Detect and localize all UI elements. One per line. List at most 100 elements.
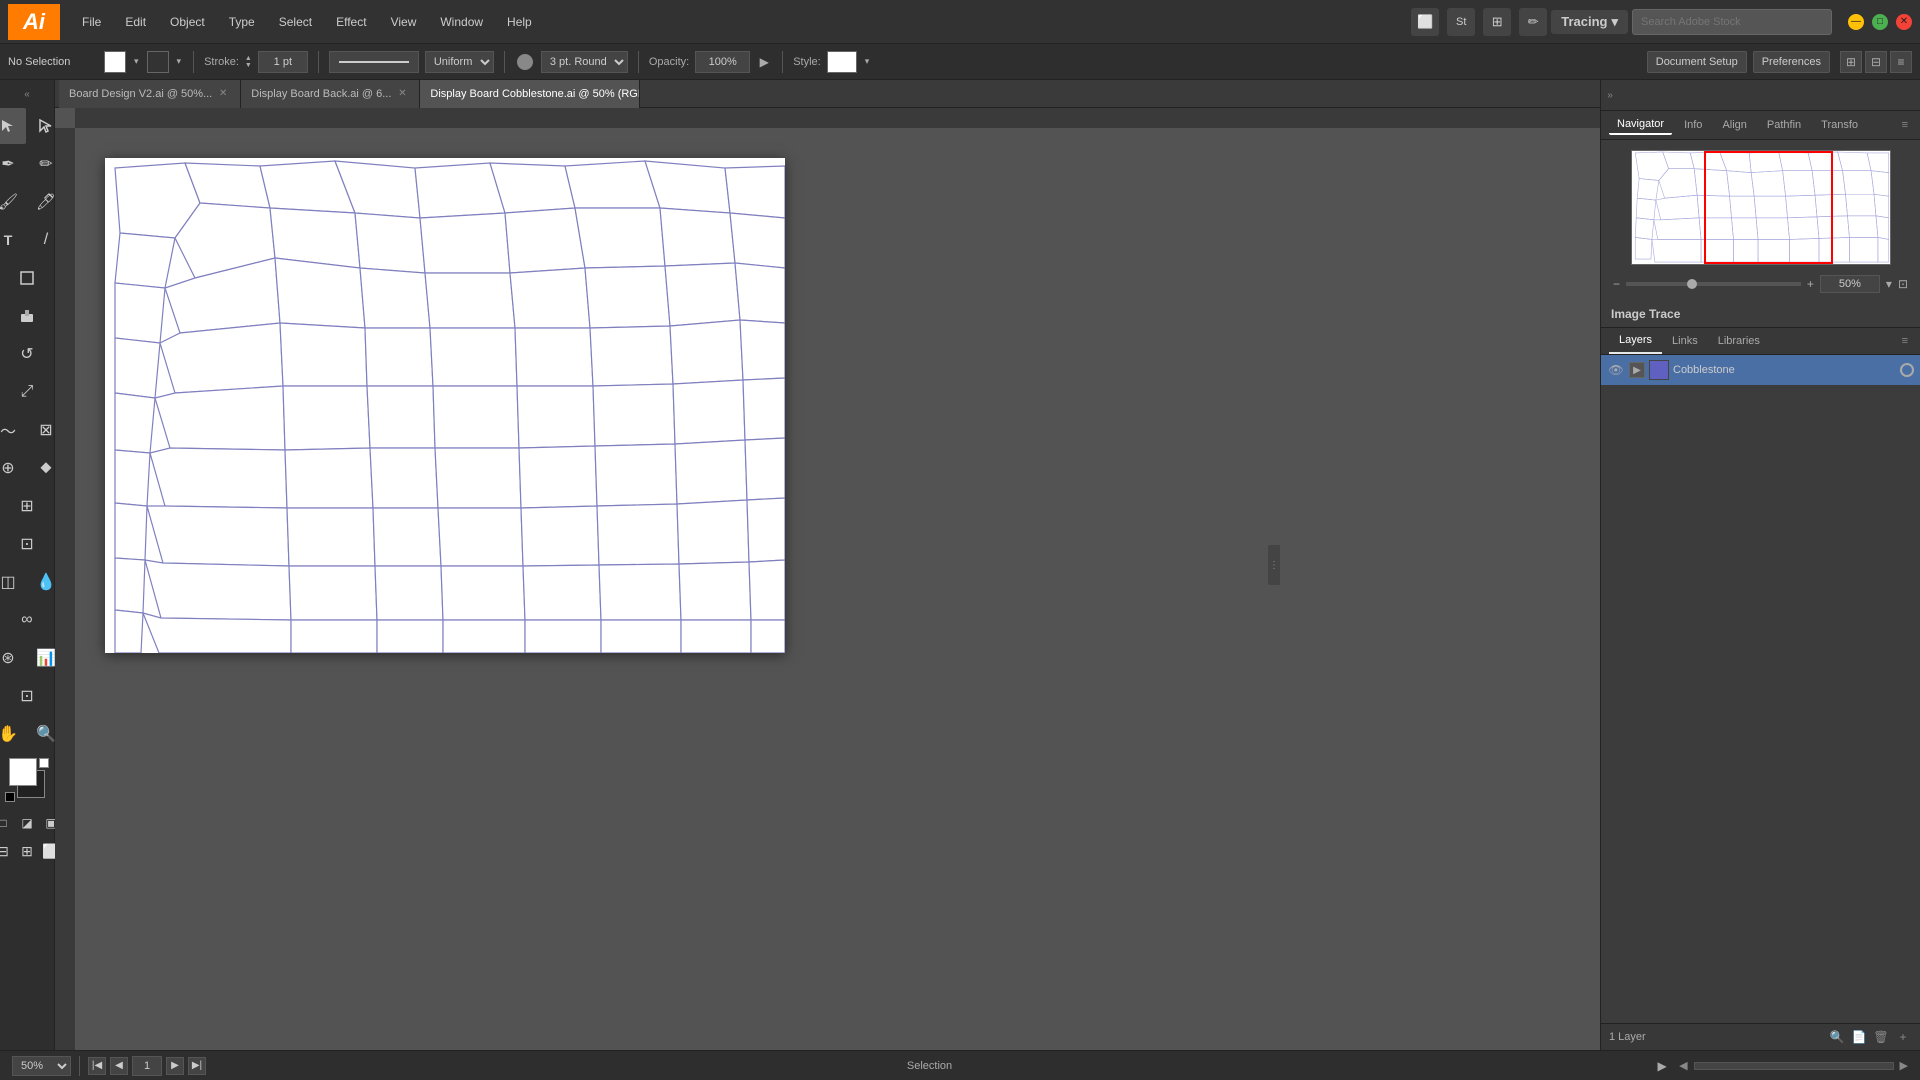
tab-pathfinder[interactable]: Pathfin — [1759, 116, 1809, 134]
canvas-wrapper[interactable] — [75, 128, 1600, 1050]
opacity-input[interactable]: 100% — [695, 51, 750, 73]
tab-transform[interactable]: Transfo — [1813, 116, 1866, 134]
fill-chevron-icon[interactable]: ▾ — [132, 56, 141, 67]
zoom-percentage-select[interactable]: 50% 100% 25% — [12, 1056, 71, 1076]
zoom-value-display[interactable]: 50% — [1820, 275, 1880, 293]
style-chevron-icon[interactable]: ▾ — [863, 56, 872, 67]
zoom-dropdown-icon[interactable]: ▾ — [1886, 277, 1892, 291]
normal-screen-mode-icon[interactable]: ⊟ — [0, 840, 14, 862]
pen-tool-button[interactable]: ✒ — [0, 146, 26, 182]
menu-type[interactable]: Type — [219, 11, 265, 33]
perspective-grid-tool-button[interactable]: ⊞ — [9, 488, 45, 524]
menu-view[interactable]: View — [381, 11, 427, 33]
default-colors-icon[interactable] — [39, 758, 49, 768]
opacity-expand-icon[interactable]: ▶ — [756, 54, 772, 70]
stroke-style-picker[interactable] — [329, 51, 419, 73]
layer-target-icon[interactable] — [1900, 363, 1914, 377]
add-layer-icon[interactable]: 📄 — [1850, 1028, 1868, 1046]
fill-swatch[interactable] — [104, 51, 126, 73]
close-button[interactable]: ✕ — [1896, 14, 1912, 30]
gradient-tool-button[interactable]: ◫ — [0, 564, 26, 600]
stroke-up-icon[interactable]: ▲ — [245, 55, 252, 62]
menu-object[interactable]: Object — [160, 11, 215, 33]
align-distribute-icon[interactable]: ⊟ — [1865, 51, 1887, 73]
rectangle-tool-button[interactable] — [9, 260, 45, 296]
preferences-button[interactable]: Preferences — [1753, 51, 1830, 73]
panel-resize-handle[interactable]: ⋮ — [1268, 545, 1280, 585]
doc-tab-1[interactable]: Display Board Back.ai @ 6... ✕ — [241, 80, 420, 108]
delete-layer-icon[interactable]: 🗑 — [1872, 1028, 1890, 1046]
last-page-button[interactable]: ▶| — [188, 1057, 206, 1075]
menu-select[interactable]: Select — [269, 11, 322, 33]
swap-colors-icon[interactable] — [5, 792, 15, 802]
document-setup-button[interactable]: Document Setup — [1647, 51, 1747, 73]
horizontal-scrollbar[interactable] — [1694, 1062, 1894, 1070]
brush-select[interactable]: 3 pt. Round — [541, 51, 628, 73]
blend-tool-button[interactable]: ∞ — [9, 602, 45, 638]
new-layer-icon[interactable]: + — [1894, 1028, 1912, 1046]
menu-edit[interactable]: Edit — [115, 11, 156, 33]
tab-align[interactable]: Align — [1714, 116, 1754, 134]
layer-expand-icon[interactable]: ▶ — [1629, 362, 1645, 378]
stroke-down-icon[interactable]: ▼ — [245, 62, 252, 69]
tab-info[interactable]: Info — [1676, 116, 1710, 134]
stroke-spinner[interactable]: ▲ ▼ — [245, 55, 252, 69]
tab-navigator[interactable]: Navigator — [1609, 115, 1672, 135]
next-page-button[interactable]: ▶ — [166, 1057, 184, 1075]
style-swatch[interactable] — [827, 51, 857, 73]
scroll-right-icon[interactable]: ▶ — [1900, 1059, 1908, 1072]
left-panel-collapse-icon[interactable]: « — [19, 86, 35, 102]
mesh-tool-button[interactable]: ⊡ — [9, 526, 45, 562]
prev-page-button[interactable]: ◀ — [110, 1057, 128, 1075]
type-tool-button[interactable]: T — [0, 222, 26, 258]
tab-libraries[interactable]: Libraries — [1708, 329, 1770, 353]
doc-tab-1-close-icon[interactable]: ✕ — [395, 87, 409, 101]
doc-tab-0-close-icon[interactable]: ✕ — [216, 87, 230, 101]
stroke-style-select[interactable]: Uniform — [425, 51, 494, 73]
full-screen-mode-icon[interactable]: ⊞ — [16, 840, 38, 862]
stroke-value-input[interactable]: 1 pt — [258, 51, 308, 73]
first-page-button[interactable]: |◀ — [88, 1057, 106, 1075]
stroke-mode-icon[interactable]: ◪ — [16, 812, 38, 834]
maximize-button[interactable]: □ — [1872, 14, 1888, 30]
fill-mode-icon[interactable]: □ — [0, 812, 14, 834]
tab-layers[interactable]: Layers — [1609, 328, 1662, 354]
selection-tool-button[interactable] — [0, 108, 26, 144]
tab-links[interactable]: Links — [1662, 329, 1708, 353]
artboard-tool-button[interactable]: ⊡ — [9, 678, 45, 714]
doc-tab-0[interactable]: Board Design V2.ai @ 50%... ✕ — [59, 80, 241, 108]
sync-icon[interactable]: St — [1447, 8, 1475, 36]
menu-file[interactable]: File — [72, 11, 111, 33]
play-recording-button[interactable]: ▶ — [1653, 1057, 1671, 1075]
menu-help[interactable]: Help — [497, 11, 542, 33]
layer-row-cobblestone[interactable]: 👁 ▶ Cobblestone — [1601, 355, 1920, 385]
layers-panel-menu-icon[interactable]: ≡ — [1898, 335, 1912, 347]
search-stock-input[interactable] — [1632, 9, 1832, 35]
menu-effect[interactable]: Effect — [326, 11, 376, 33]
layer-visibility-icon[interactable]: 👁 — [1607, 361, 1625, 379]
pen-tool-icon[interactable]: ✏ — [1519, 8, 1547, 36]
stroke-swatch[interactable] — [147, 51, 169, 73]
locate-object-icon[interactable]: 🔍 — [1828, 1028, 1846, 1046]
foreground-color-swatch[interactable] — [9, 758, 37, 786]
minimize-button[interactable]: — — [1848, 14, 1864, 30]
eraser-tool-button[interactable] — [9, 298, 45, 334]
arrange-icon[interactable]: ⊞ — [1840, 51, 1862, 73]
stroke-chevron-icon[interactable]: ▾ — [175, 56, 184, 67]
workspace-icon[interactable]: ⊞ — [1483, 8, 1511, 36]
zoom-out-icon[interactable]: − — [1613, 277, 1620, 291]
doc-tab-2[interactable]: Display Board Cobblestone.ai @ 50% (RGB/… — [420, 80, 640, 108]
paintbrush-tool-button[interactable]: 🖌 — [0, 184, 26, 220]
zoom-in-icon[interactable]: + — [1807, 277, 1814, 291]
scroll-left-icon[interactable]: ◀ — [1679, 1059, 1687, 1072]
menu-window[interactable]: Window — [430, 11, 493, 33]
hand-tool-button[interactable]: ✋ — [0, 716, 26, 752]
shape-builder-tool-button[interactable]: ⊕ — [0, 450, 26, 486]
tracing-button[interactable]: Tracing ▾ — [1551, 10, 1628, 34]
panel-menu-icon[interactable]: ≡ — [1898, 119, 1912, 131]
more-options-icon[interactable]: ≡ — [1890, 51, 1912, 73]
zoom-slider[interactable] — [1626, 282, 1801, 286]
navigator-preview[interactable] — [1631, 150, 1891, 265]
page-number-input[interactable] — [132, 1056, 162, 1076]
scale-tool-button[interactable]: ⤢ — [9, 374, 45, 410]
